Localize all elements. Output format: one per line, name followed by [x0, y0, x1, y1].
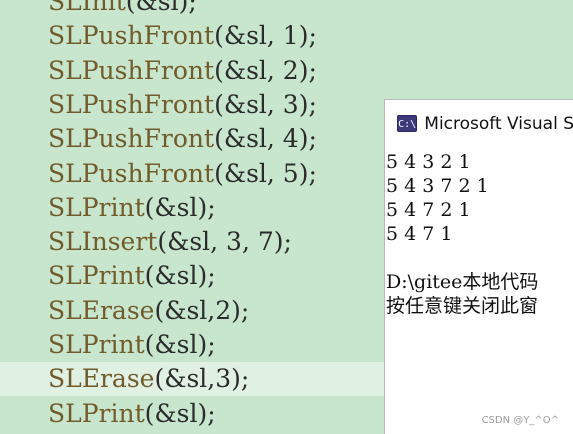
function-args: (&sl); [144, 261, 216, 291]
function-args: (&sl); [144, 330, 216, 359]
function-name: SLPushFront [48, 158, 215, 188]
function-name: SLPushFront [48, 55, 215, 85]
function-args: (&sl); [144, 192, 216, 222]
function-name: SLErase [48, 364, 155, 394]
function-name: SLPushFront [48, 89, 215, 119]
function-name: SLPrint [48, 192, 145, 222]
function-args: (&sl,2); [154, 295, 250, 325]
function-args: (&sl, 4); [214, 124, 317, 154]
console-output-line: 5 4 7 1 [386, 223, 453, 245]
console-titlebar[interactable]: C:\ Microsoft Visual S [385, 100, 573, 147]
function-args: (&sl, 3, 7); [157, 227, 292, 257]
console-output-line: 5 4 3 2 1 [386, 151, 471, 173]
function-name: SLInit [48, 0, 126, 16]
console-output-line: 5 4 3 7 2 1 [386, 175, 489, 197]
function-name: SLInsert [48, 227, 158, 257]
function-name: SLPushFront [48, 124, 215, 154]
code-line[interactable]: SLPushFront(&sl, 1); [0, 19, 573, 53]
code-line[interactable]: SLInit(&sl); [0, 0, 573, 19]
console-window[interactable]: C:\ Microsoft Visual S 5 4 3 2 15 4 3 7 … [384, 99, 573, 434]
function-args: (&sl, 2); [214, 55, 317, 85]
function-args: (&sl); [125, 0, 197, 16]
function-args: (&sl, 1); [214, 21, 317, 51]
function-args: (&sl); [144, 398, 216, 428]
function-name: SLPrint [48, 330, 145, 359]
code-line[interactable]: SLPushFront(&sl, 2); [0, 54, 573, 88]
console-app-icon: C:\ [397, 115, 418, 132]
function-name: SLPushFront [48, 21, 215, 51]
function-args: (&sl, 3); [214, 89, 317, 119]
watermark: CSDN @Y_^O^ [481, 415, 559, 426]
console-output: 5 4 3 2 15 4 3 7 2 15 4 7 2 15 4 7 1 D:\g… [386, 150, 573, 318]
function-args: (&sl, 5); [214, 158, 317, 188]
console-output-line: D:\gitee本地代码 [386, 271, 539, 293]
console-output-line: 按任意键关闭此窗 [386, 295, 539, 317]
function-name: SLPrint [48, 261, 145, 291]
function-name: SLPrint [48, 398, 145, 428]
console-title: Microsoft Visual S [424, 113, 573, 134]
console-output-line: 5 4 7 2 1 [386, 199, 471, 221]
function-args: (&sl,3); [154, 364, 250, 394]
function-name: SLErase [48, 295, 155, 325]
